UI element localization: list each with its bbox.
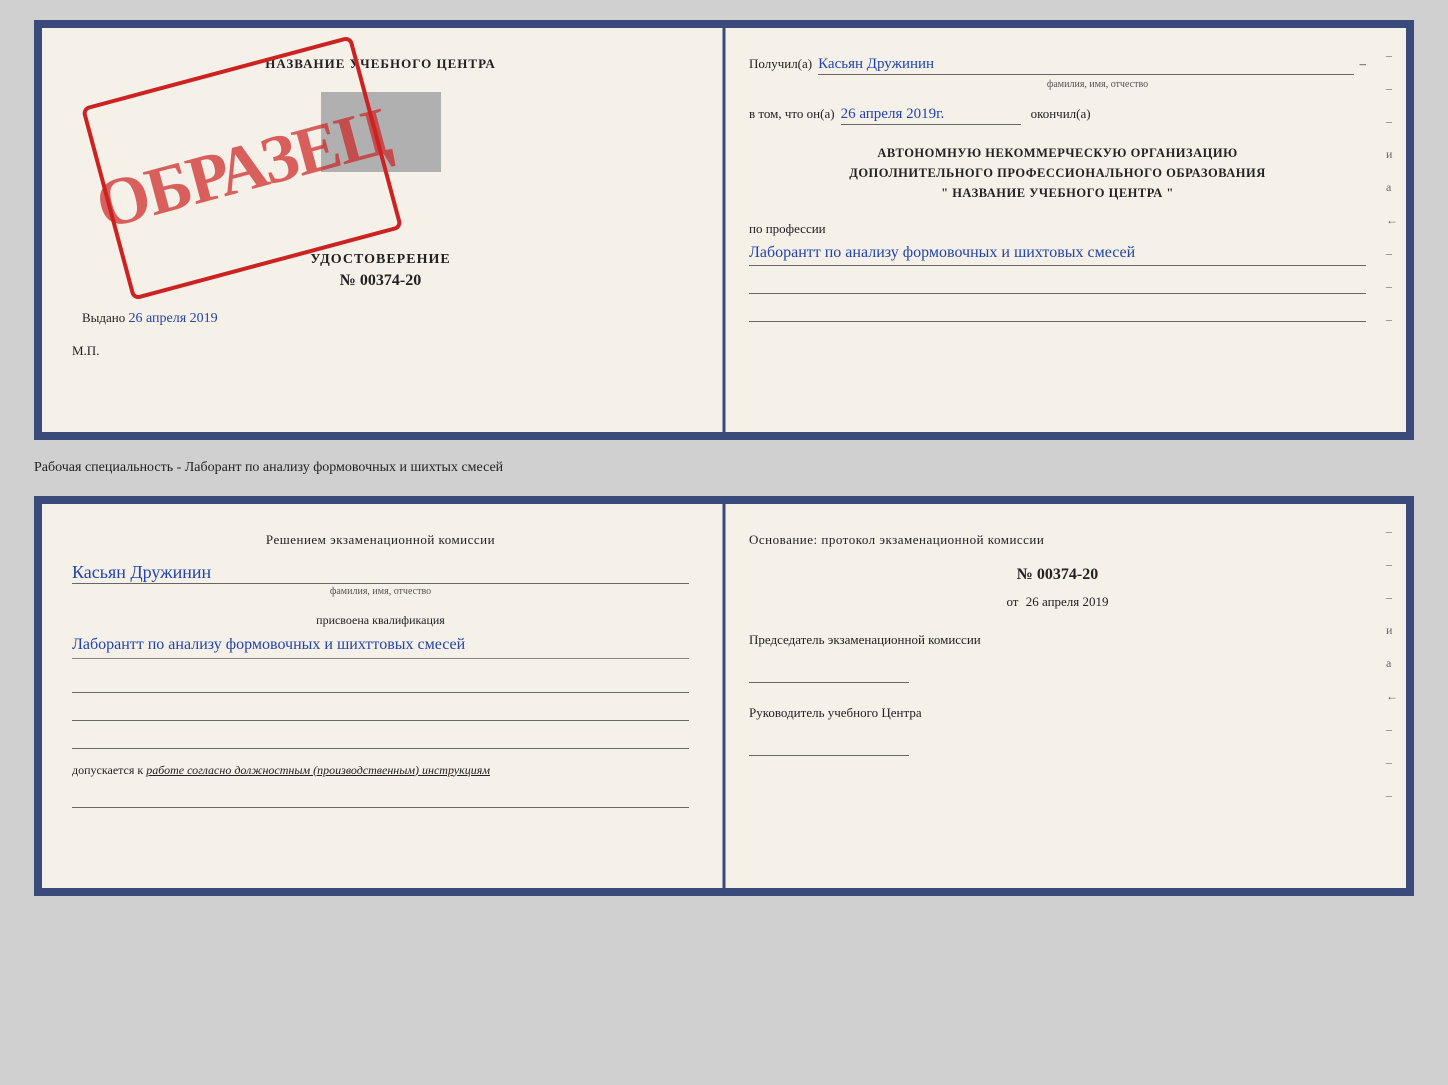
fio-sub-1: фамилия, имя, отчество [829,79,1366,90]
mp-label: М.П. [72,343,689,359]
bottom-line [72,786,689,808]
page1-left: НАЗВАНИЕ УЧЕБНОГО ЦЕНТРА ОБРАЗЕЦ УДОСТОВ… [42,28,719,432]
po-professii-label: по профессии [749,221,826,236]
dopuskaetsya-block: допускается к работе согласно должностны… [72,763,689,778]
osnovanie-title: Основание: протокол экзаменационной коми… [749,532,1366,548]
udostoverenie-number: № 00374-20 [72,272,689,290]
rukovoditel-sign-line [749,732,909,756]
page1-right: Получил(а) Касьян Дружинин – фамилия, им… [719,28,1406,432]
vydano-date: 26 апреля 2019 [129,311,218,326]
org-block: АВТОНОМНУЮ НЕКОММЕРЧЕСКУЮ ОРГАНИЗАЦИЮ ДО… [749,143,1366,203]
org-line2: ДОПОЛНИТЕЛЬНОГО ПРОФЕССИОНАЛЬНОГО ОБРАЗО… [749,163,1366,183]
dopuskaetsya-label: допускается к [72,763,143,777]
photo-placeholder [321,92,441,172]
lines-block [72,671,689,749]
po-professii-block: по профессии Лаборантт по анализу формов… [749,221,1366,266]
side-markers-1: – – – и а ← – – – [1386,48,1398,327]
udostoverenie-block: УДОСТОВЕРЕНИЕ № 00374-20 [72,252,689,290]
poluchil-line: Получил(а) Касьян Дружинин – [749,56,1366,75]
side-markers-2: – – – и а ← – – – [1386,524,1398,803]
sign-line-1 [72,671,689,693]
underline-2 [749,302,1366,322]
document-page-1: НАЗВАНИЕ УЧЕБНОГО ЦЕНТРА ОБРАЗЕЦ УДОСТОВ… [34,20,1414,440]
page2-left-header: Решением экзаменационной комиссии [72,532,689,548]
okonchil-label: окончил(а) [1031,106,1091,122]
prisvoena-block: присвоена квалификация Лаборантт по анал… [72,613,689,659]
udostoverenie-title: УДОСТОВЕРЕНИЕ [72,252,689,268]
ot-line: от 26 апреля 2019 [749,594,1366,610]
page2-right: Основание: протокол экзаменационной коми… [719,504,1406,888]
po-professii-value: Лаборантт по анализу формовочных и шихто… [749,241,1366,266]
predsedatel-block: Председатель экзаменационной комиссии [749,630,1366,683]
predsedatel-sign-line [749,659,909,683]
protocol-number: № 00374-20 [749,566,1366,584]
specialty-text: Рабочая специальность - Лаборант по анал… [34,456,1414,480]
prisvoena-label: присвоена квалификация [72,613,689,628]
dopuskaetsya-value: работе согласно должностным (производств… [146,763,490,777]
org-line1: АВТОНОМНУЮ НЕКОММЕРЧЕСКУЮ ОРГАНИЗАЦИЮ [749,143,1366,163]
prisvoena-value: Лаборантт по анализу формовочных и шихтт… [72,632,689,659]
sign-line-3 [72,727,689,749]
vydano-line: Выдано 26 апреля 2019 [72,310,689,327]
page2-fio-sub: фамилия, имя, отчество [72,586,689,597]
underline-1 [749,274,1366,294]
vtom-label: в том, что он(а) [749,106,835,122]
vtom-date: 26 апреля 2019г. [841,106,1021,125]
poluchil-name: Касьян Дружинин [818,56,1353,75]
sign-line-2 [72,699,689,721]
poluchil-label: Получил(а) [749,56,812,72]
ot-label: от [1006,594,1018,609]
page2-name-hw: Касьян Дружинин [72,562,689,584]
ot-date: 26 апреля 2019 [1026,594,1109,609]
predsedatel-label: Председатель экзаменационной комиссии [749,630,1366,651]
vtom-line: в том, что он(а) 26 апреля 2019г. окончи… [749,106,1366,125]
org-line3: " НАЗВАНИЕ УЧЕБНОГО ЦЕНТРА " [749,183,1366,203]
page2-left: Решением экзаменационной комиссии Касьян… [42,504,719,888]
rukovoditel-block: Руководитель учебного Центра [749,703,1366,756]
vydano-label: Выдано [82,310,125,325]
page1-left-title: НАЗВАНИЕ УЧЕБНОГО ЦЕНТРА [72,56,689,72]
rukovoditel-label: Руководитель учебного Центра [749,703,1366,724]
document-page-2: Решением экзаменационной комиссии Касьян… [34,496,1414,896]
